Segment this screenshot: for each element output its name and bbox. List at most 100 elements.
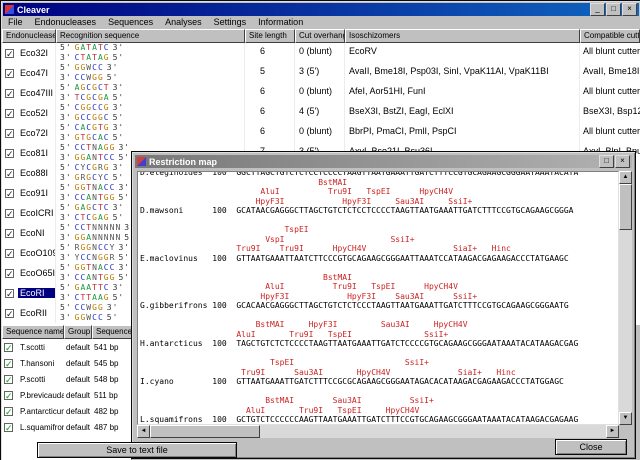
sequence-row: ✓ P.antarcticum default 482 bp bbox=[2, 403, 131, 419]
maximize-icon[interactable]: □ bbox=[606, 3, 621, 16]
title-bar: Cleaver _ □ × bbox=[3, 3, 639, 16]
horizontal-scroll-thumb[interactable] bbox=[150, 425, 260, 438]
sequence-line bbox=[140, 216, 618, 226]
sequence-name[interactable]: P.scotti bbox=[17, 375, 45, 384]
sequence-column-header[interactable]: Sequence name bbox=[2, 325, 64, 339]
enzyme-row: ✓ Eco52I 5' CGGCCG 3' 3' GCCGGC 5' 6 4 (5') BseX3I… bbox=[2, 103, 640, 123]
enzyme-column-header[interactable]: Isoschizomers bbox=[345, 29, 580, 43]
enzyme-column-header[interactable]: Cut overhang bbox=[295, 29, 345, 43]
sequence-row: ✓ P.brevicauda default 511 bp bbox=[2, 387, 131, 403]
enzyme-name[interactable]: EcoRII bbox=[18, 308, 49, 318]
menu-item-analyses[interactable]: Analyses bbox=[160, 16, 209, 29]
length-cell: 487 bp bbox=[94, 422, 119, 432]
sequence-checkbox[interactable]: ✓ bbox=[4, 342, 13, 352]
enzyme-checkbox[interactable]: ✓ bbox=[5, 88, 14, 98]
enzyme-checkbox[interactable]: ✓ bbox=[5, 228, 14, 238]
menu-item-sequences[interactable]: Sequences bbox=[103, 16, 160, 29]
enzyme-labels-line: AluI Tru9I TspEI HpyCH4V bbox=[140, 187, 454, 196]
vertical-scroll-thumb[interactable] bbox=[619, 184, 632, 230]
enzyme-name[interactable]: EcoRI bbox=[18, 288, 55, 298]
enzyme-checkbox[interactable]: ✓ bbox=[5, 188, 14, 198]
enzyme-name[interactable]: EcoICRI bbox=[18, 208, 55, 218]
sequence-checkbox[interactable]: ✓ bbox=[4, 358, 13, 368]
map-close-icon[interactable]: × bbox=[615, 155, 630, 168]
recognition-sequence: 5' CGGCCG 3' 3' GCCGGC 5' bbox=[56, 103, 245, 123]
enzyme-name[interactable]: Eco52I bbox=[18, 108, 50, 118]
top-strand: 5' GGWCC 3' bbox=[60, 63, 119, 72]
restriction-map-window: Restriction map □ × D.eleginoides 100 GG… bbox=[131, 151, 636, 459]
enzyme-name[interactable]: Eco72I bbox=[18, 128, 50, 138]
enzyme-name[interactable]: Eco81I bbox=[18, 148, 50, 158]
enzyme-checkbox[interactable]: ✓ bbox=[5, 248, 14, 258]
enzyme-labels-line: AluI Tru9I TspEI HpyCH4V bbox=[140, 405, 420, 415]
enzyme-checkbox[interactable]: ✓ bbox=[5, 128, 14, 138]
sequence-column-header[interactable]: Sequence l bbox=[92, 325, 132, 339]
enzyme-name[interactable]: Eco32I bbox=[18, 48, 50, 58]
scroll-left-icon[interactable]: ◄ bbox=[137, 425, 150, 438]
sequence-name[interactable]: T.hansoni bbox=[17, 359, 54, 368]
sequence-line bbox=[140, 349, 618, 359]
length-cell: 482 bp bbox=[94, 406, 119, 416]
enzyme-checkbox[interactable]: ✓ bbox=[5, 108, 14, 118]
enzyme-checkbox[interactable]: ✓ bbox=[5, 48, 14, 58]
sequence-checkbox[interactable]: ✓ bbox=[4, 406, 13, 416]
sequence-name[interactable]: P.antarcticum bbox=[17, 407, 64, 416]
enzyme-name[interactable]: EcoNI bbox=[18, 228, 47, 238]
cut-overhang-cell: 0 (blunt) bbox=[295, 43, 345, 63]
enzyme-row: ✓ Eco72I 5' CACGTG 3' 3' GTGCAC 5' 6 0 (blunt) Bbr… bbox=[2, 123, 640, 143]
enzyme-checkbox[interactable]: ✓ bbox=[5, 208, 14, 218]
sequence-checkbox[interactable]: ✓ bbox=[4, 374, 13, 384]
top-strand: 5' CGGCCG 3' bbox=[60, 103, 125, 112]
enzyme-column-header[interactable]: Endonuclease bbox=[2, 29, 56, 43]
menu-item-endonucleases[interactable]: Endonucleases bbox=[30, 16, 104, 29]
menu-item-file[interactable]: File bbox=[3, 16, 30, 29]
compatible-cutters-cell: All blunt cutters bbox=[583, 46, 640, 56]
enzyme-labels-line: BstMAI bbox=[140, 272, 352, 282]
enzyme-name[interactable]: Eco47III bbox=[18, 88, 55, 98]
save-to-text-file-button[interactable]: Save to text file bbox=[37, 442, 237, 458]
top-strand: 5' CACGTG 3' bbox=[60, 123, 125, 132]
sequence-name[interactable]: L.squamifrons bbox=[17, 423, 64, 432]
enzyme-name[interactable]: EcoO109I bbox=[18, 248, 55, 258]
enzyme-labels-line: HpyF3I HpyF3I Sau3AI SsiI+ bbox=[140, 196, 473, 206]
enzyme-name[interactable]: Eco88I bbox=[18, 168, 50, 178]
sequence-name[interactable]: T.scotti bbox=[17, 343, 45, 352]
close-icon[interactable]: × bbox=[622, 3, 637, 16]
enzyme-column-header[interactable]: Recognition sequence bbox=[56, 29, 245, 43]
enzyme-checkbox[interactable]: ✓ bbox=[5, 308, 14, 318]
cut-overhang-cell: 4 (5') bbox=[295, 103, 345, 123]
sequence-checkbox[interactable]: ✓ bbox=[4, 422, 13, 432]
enzyme-checkbox[interactable]: ✓ bbox=[5, 268, 14, 278]
group-cell: default bbox=[66, 390, 91, 400]
scroll-up-icon[interactable]: ▲ bbox=[619, 171, 632, 184]
minimize-icon[interactable]: _ bbox=[590, 3, 605, 16]
sequence-name[interactable]: P.brevicauda bbox=[17, 391, 64, 400]
site-length-cell: 6 bbox=[245, 83, 295, 103]
compatible-cutters-cell: All blunt cutters bbox=[583, 126, 640, 136]
sequence-row: ✓ T.hansoni default 545 bp bbox=[2, 355, 131, 371]
enzyme-name[interactable]: EcoO65I bbox=[18, 268, 55, 278]
scroll-down-icon[interactable]: ▼ bbox=[619, 412, 632, 425]
menu-item-settings[interactable]: Settings bbox=[209, 16, 254, 29]
enzyme-checkbox[interactable]: ✓ bbox=[5, 288, 14, 298]
enzyme-name[interactable]: Eco47I bbox=[18, 68, 50, 78]
sequence-line bbox=[140, 387, 618, 397]
map-text-area[interactable]: D.eleginoides 100 GGCTTAGCTGTCTCTCCTCCCC… bbox=[137, 171, 619, 425]
sequence-column-header[interactable]: Group bbox=[64, 325, 92, 339]
isoschizomers-cell: BseX3I, BstZI, EagI, EclXI bbox=[345, 103, 580, 123]
enzyme-checkbox[interactable]: ✓ bbox=[5, 148, 14, 158]
menu-item-information[interactable]: Information bbox=[253, 16, 310, 29]
enzyme-name[interactable]: Eco91I bbox=[18, 188, 50, 198]
site-length-cell: 6 bbox=[245, 123, 295, 143]
enzyme-column-header[interactable]: Site length bbox=[245, 29, 295, 43]
map-maximize-icon[interactable]: □ bbox=[599, 155, 614, 168]
close-map-button[interactable]: Close bbox=[555, 439, 627, 455]
enzyme-column-header[interactable]: Compatible cutters bbox=[580, 29, 640, 43]
horizontal-scrollbar[interactable]: ◄ ► bbox=[137, 425, 619, 438]
vertical-scrollbar[interactable]: ▲ ▼ bbox=[619, 171, 632, 425]
scroll-right-icon[interactable]: ► bbox=[606, 425, 619, 438]
sequence-checkbox[interactable]: ✓ bbox=[4, 390, 13, 400]
enzyme-checkbox[interactable]: ✓ bbox=[5, 68, 14, 78]
enzyme-labels-line: TspEI SsiI+ bbox=[140, 358, 429, 367]
enzyme-checkbox[interactable]: ✓ bbox=[5, 168, 14, 178]
